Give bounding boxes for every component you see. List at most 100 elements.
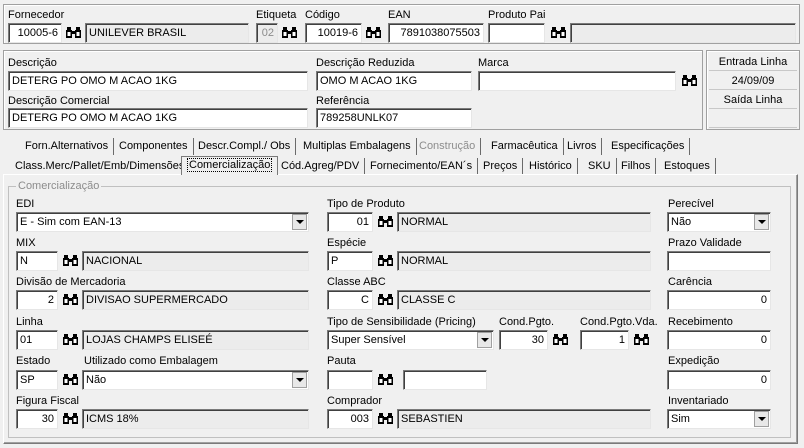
produto-pai-lookup-button[interactable] bbox=[548, 23, 568, 43]
tab-forn-alternativos[interactable]: Forn.Alternativos bbox=[20, 138, 115, 155]
descricao-comercial-field[interactable]: DETERG PO OMO M ACAO 1KG bbox=[8, 108, 308, 128]
tab-class-merc[interactable]: Class.Merc/Pallet/Emb/Dimensões bbox=[10, 158, 191, 175]
figura-code-field[interactable]: 30 bbox=[16, 409, 58, 429]
marca-lookup-button[interactable] bbox=[679, 71, 699, 91]
utilizado-select[interactable]: Não bbox=[82, 370, 309, 390]
comprador-label: Comprador bbox=[327, 395, 383, 407]
sensibilidade-select[interactable]: Super Sensível bbox=[327, 330, 494, 350]
chevron-down-icon[interactable] bbox=[754, 214, 769, 230]
ean-field[interactable]: 7891038075503 bbox=[388, 23, 484, 43]
marca-field[interactable] bbox=[478, 71, 676, 91]
tab-multiplas-embalagens[interactable]: Multiplas Embalagens bbox=[298, 138, 417, 155]
cond-pgto-vda-field[interactable]: 1 bbox=[580, 330, 629, 350]
comprador-lookup-button[interactable] bbox=[375, 409, 395, 429]
pauta-code-field[interactable] bbox=[327, 370, 373, 390]
especie-lookup-button[interactable] bbox=[375, 251, 395, 271]
expedicao-field[interactable]: 0 bbox=[667, 370, 771, 390]
cond-pgto-label: Cond.Pgto. bbox=[499, 316, 555, 328]
chevron-down-icon[interactable] bbox=[754, 411, 769, 427]
carencia-field[interactable]: 0 bbox=[667, 290, 771, 310]
fornecedor-lookup-button[interactable] bbox=[63, 23, 83, 43]
figura-label: Figura Fiscal bbox=[16, 395, 79, 407]
edi-label: EDI bbox=[16, 198, 35, 210]
descricao-field[interactable]: DETERG PO OMO M ACAO 1KG bbox=[8, 71, 308, 91]
tipo-produto-desc-field: NORMAL bbox=[397, 212, 651, 232]
codigo-field[interactable]: 10019-6 bbox=[305, 23, 362, 43]
produto-pai-desc-field bbox=[570, 23, 796, 43]
divisao-lookup-button[interactable] bbox=[60, 290, 80, 310]
classe-abc-code-field[interactable]: C bbox=[327, 290, 373, 310]
chevron-down-icon[interactable] bbox=[477, 332, 492, 348]
tab-precos[interactable]: Preços bbox=[478, 158, 524, 175]
tab-especificacoes[interactable]: Especificações bbox=[606, 138, 691, 155]
binoculars-icon bbox=[62, 413, 78, 424]
cond-pgto-lookup-button[interactable] bbox=[550, 330, 570, 350]
descricao-reduzida-field[interactable]: OMO M ACAO 1KG bbox=[316, 71, 472, 91]
especie-code-field[interactable]: P bbox=[327, 251, 373, 271]
cond-pgto-field[interactable]: 30 bbox=[499, 330, 548, 350]
inventariado-label: Inventariado bbox=[668, 395, 729, 407]
tab-estoques[interactable]: Estoques bbox=[659, 158, 716, 175]
pauta-lookup-button[interactable] bbox=[375, 370, 395, 390]
codigo-lookup-button[interactable] bbox=[363, 23, 383, 43]
referencia-field[interactable]: 789258UNLK07 bbox=[316, 108, 472, 128]
chevron-down-icon[interactable] bbox=[292, 372, 307, 388]
carencia-label: Carência bbox=[668, 276, 713, 288]
tab-construcao[interactable]: Construção bbox=[414, 138, 482, 155]
fornecedor-name-field: UNILEVER BRASIL bbox=[85, 23, 249, 43]
tab-farmaceutica[interactable]: Farmacêutica bbox=[486, 138, 564, 155]
divisao-label: Divisão de Mercadoria bbox=[16, 276, 126, 288]
tab-filhos[interactable]: Filhos bbox=[616, 158, 657, 175]
tipo-produto-lookup-button[interactable] bbox=[375, 212, 395, 232]
especie-desc-field: NORMAL bbox=[397, 251, 651, 271]
linha-lookup-button[interactable] bbox=[60, 330, 80, 350]
tab-descr-compl-obs[interactable]: Descr.Compl./ Obs bbox=[193, 138, 297, 155]
tab-livros[interactable]: Livros bbox=[562, 138, 603, 155]
inventariado-select[interactable]: Sim bbox=[667, 409, 771, 429]
etiqueta-label: Etiqueta bbox=[256, 9, 297, 21]
binoculars-icon bbox=[552, 334, 568, 345]
tab-cod-agreg-pdv[interactable]: Cód.Agreg/PDV bbox=[276, 158, 366, 175]
mix-code-field[interactable]: N bbox=[16, 251, 58, 271]
comprador-desc-field: SEBASTIEN bbox=[397, 409, 651, 429]
binoculars-icon bbox=[62, 255, 78, 266]
estado-code-field[interactable]: SP bbox=[16, 370, 58, 390]
codigo-label: Código bbox=[305, 9, 340, 21]
tipo-produto-code-field[interactable]: 01 bbox=[327, 212, 373, 232]
recebimento-field[interactable]: 0 bbox=[667, 330, 771, 350]
tab-componentes[interactable]: Componentes bbox=[114, 138, 194, 155]
fornecedor-code-field[interactable]: 10005-6 bbox=[8, 23, 62, 43]
etiqueta-lookup-button[interactable] bbox=[279, 23, 299, 43]
utilizado-label: Utilizado como Embalagem bbox=[84, 355, 218, 367]
edi-value: E - Sim com EAN-13 bbox=[20, 216, 122, 228]
utilizado-value: Não bbox=[86, 374, 107, 386]
tab-fornecimento-eans[interactable]: Fornecimento/EAN´s bbox=[365, 158, 479, 175]
edi-select[interactable]: E - Sim com EAN-13 bbox=[16, 212, 309, 232]
estado-label: Estado bbox=[16, 355, 51, 367]
estado-lookup-button[interactable] bbox=[60, 370, 80, 390]
tab-sku[interactable]: SKU bbox=[583, 158, 617, 175]
produto-pai-field[interactable] bbox=[488, 23, 545, 43]
classe-abc-lookup-button[interactable] bbox=[375, 290, 395, 310]
mix-lookup-button[interactable] bbox=[60, 251, 80, 271]
divisao-code-field[interactable]: 2 bbox=[16, 290, 58, 310]
tab-comercializacao[interactable]: Comercialização bbox=[181, 156, 279, 175]
figura-lookup-button[interactable] bbox=[60, 409, 80, 429]
sensibilidade-label: Tipo de Sensibilidade (Pricing) bbox=[327, 316, 476, 328]
linha-code-field[interactable]: 01 bbox=[16, 330, 58, 350]
binoculars-icon bbox=[281, 27, 297, 38]
binoculars-icon bbox=[377, 413, 393, 424]
prazo-validade-label: Prazo Validade bbox=[668, 237, 742, 249]
pauta-desc-field[interactable] bbox=[403, 370, 487, 390]
chevron-down-icon[interactable] bbox=[292, 214, 307, 230]
descricao-comercial-label: Descrição Comercial bbox=[8, 95, 110, 107]
binoculars-icon bbox=[377, 216, 393, 227]
perecivel-select[interactable]: Não bbox=[667, 212, 771, 232]
prazo-validade-field[interactable] bbox=[667, 251, 771, 271]
perecivel-value: Não bbox=[671, 216, 692, 228]
comprador-code-field[interactable]: 003 bbox=[327, 409, 373, 429]
cond-pgto-vda-lookup-button[interactable] bbox=[631, 330, 651, 350]
tab-historico[interactable]: Histórico bbox=[524, 158, 578, 175]
recebimento-label: Recebimento bbox=[668, 316, 733, 328]
mix-label: MIX bbox=[16, 237, 36, 249]
